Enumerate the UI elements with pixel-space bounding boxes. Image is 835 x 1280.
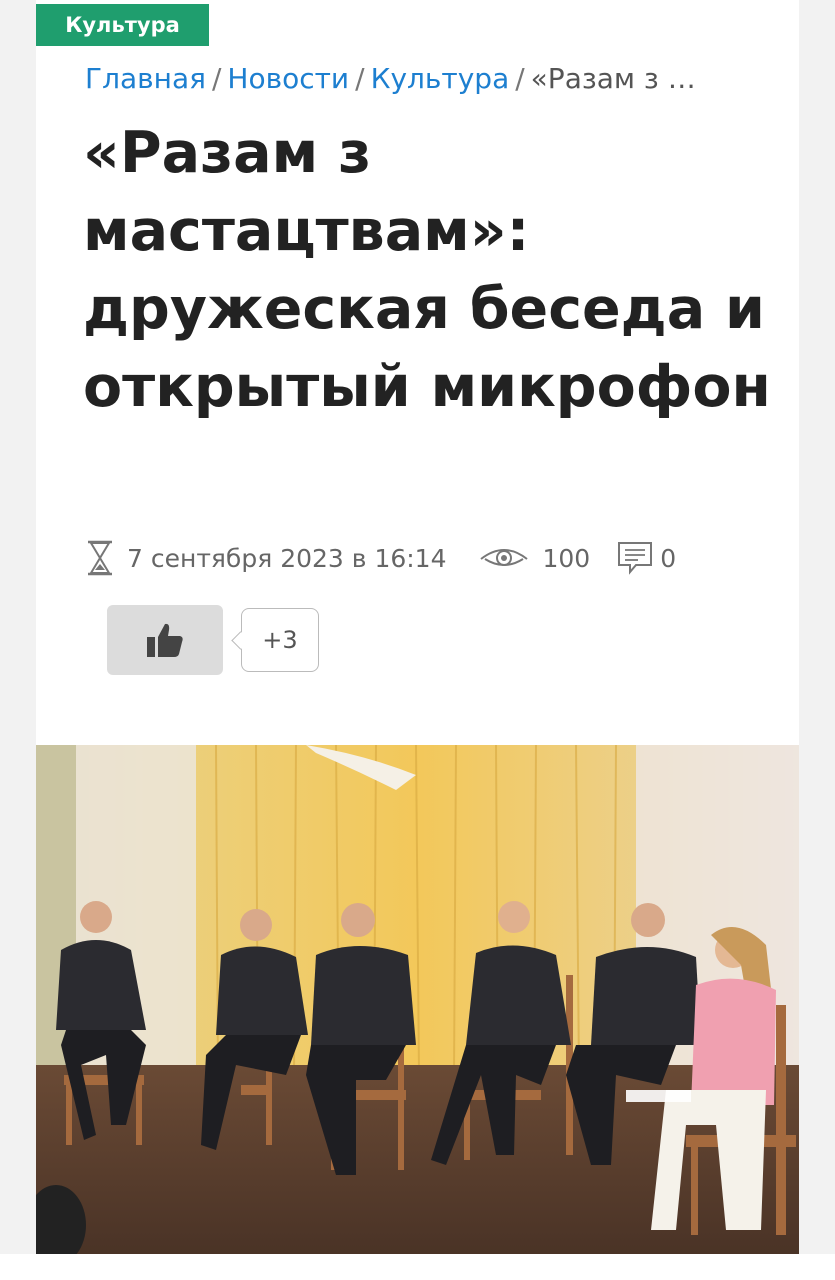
article-meta: 7 сентября 2023 в 16:14 100 0 xyxy=(85,538,785,578)
comment-icon[interactable] xyxy=(616,540,654,576)
article-page: Культура Главная / Новости / Культура / «Разам… xyxy=(36,0,799,1254)
page-bottom xyxy=(0,1254,835,1280)
breadcrumb-home[interactable]: Главная xyxy=(85,62,206,95)
category-label: Культура xyxy=(65,13,180,37)
event-photo-illustration xyxy=(36,745,799,1254)
category-badge[interactable]: Культура xyxy=(36,4,209,46)
hourglass-icon xyxy=(85,540,115,576)
like-count: +3 xyxy=(241,608,319,672)
article-date: 7 сентября 2023 в 16:14 xyxy=(127,543,447,573)
breadcrumb-separator: / xyxy=(211,62,222,95)
thumbs-up-icon xyxy=(147,623,183,657)
article-title: «Разам з мастацтвам»: дружеская беседа и… xyxy=(83,120,771,420)
breadcrumb-separator: / xyxy=(515,62,525,95)
breadcrumb-separator: / xyxy=(355,62,365,95)
breadcrumb-current: «Разам з … xyxy=(530,62,696,95)
like-count-value: +3 xyxy=(262,626,298,654)
breadcrumb-news[interactable]: Новости xyxy=(227,62,349,95)
breadcrumb-culture[interactable]: Культура xyxy=(371,62,510,95)
like-widget: +3 xyxy=(107,605,407,675)
eye-icon xyxy=(479,545,529,571)
breadcrumb: Главная / Новости / Культура / «Разам з … xyxy=(85,62,785,95)
comments-count: 0 xyxy=(660,543,677,573)
article-photo[interactable] xyxy=(36,745,799,1254)
views-count: 100 xyxy=(542,543,591,573)
like-button[interactable] xyxy=(107,605,223,675)
